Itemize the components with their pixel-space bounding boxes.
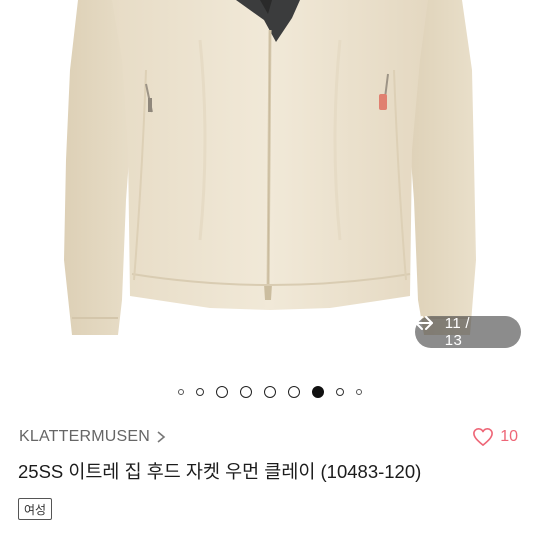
jacket-photo [64, 0, 476, 335]
pagination-dots [0, 385, 540, 399]
pagination-dot[interactable] [336, 388, 344, 396]
pagination-dot[interactable] [196, 388, 204, 396]
heart-icon [473, 428, 494, 446]
brand-row: KLATTERMUSEN 10 [19, 426, 518, 448]
pagination-dot[interactable] [216, 386, 228, 398]
pagination-dot[interactable] [264, 386, 276, 398]
pagination-dot[interactable] [288, 386, 300, 398]
image-counter: 11 / 13 [415, 315, 521, 349]
product-image-gallery[interactable]: 11 / 13 [0, 0, 540, 366]
like-count: 10 [500, 428, 518, 445]
arrow-right-icon[interactable] [415, 316, 513, 343]
pagination-dot-active[interactable] [312, 386, 324, 398]
gender-tag: 여성 [18, 498, 53, 520]
product-title: 25SS 이트레 집 후드 자켓 우먼 클레이 (10483-120) [18, 461, 422, 482]
pagination-dot[interactable] [178, 389, 184, 395]
pagination-dot[interactable] [356, 389, 362, 395]
brand-link[interactable]: KLATTERMUSEN [19, 428, 166, 446]
pagination-dot[interactable] [240, 386, 252, 398]
chevron-right-icon [157, 431, 166, 443]
like-button[interactable]: 10 [472, 427, 518, 447]
brand-name: KLATTERMUSEN [19, 428, 151, 445]
image-counter-text: 11 / 13 [444, 315, 470, 349]
